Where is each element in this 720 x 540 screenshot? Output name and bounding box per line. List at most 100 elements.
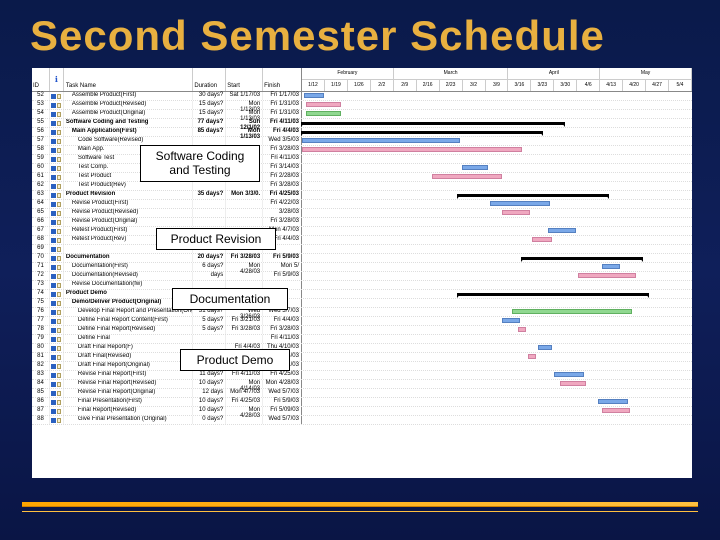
table-row: 71Documentation(First)6 days?Mon 4/28/03… <box>32 263 692 272</box>
cell-duration: 10 days? <box>193 380 226 388</box>
note-icon <box>57 175 61 180</box>
cell-id: 77 <box>32 317 50 325</box>
task-icon <box>51 346 56 351</box>
callout-label: Product Demo <box>180 349 290 371</box>
cell-bar-area <box>302 200 692 208</box>
cell-start: Sun 12/1/02 <box>226 119 263 127</box>
cell-task: Documentation <box>64 254 194 262</box>
footer-accent-bar <box>22 502 698 506</box>
cell-start: Sat 1/17/03 <box>226 92 263 100</box>
week-label: 3/30 <box>554 80 577 91</box>
task-icon <box>51 256 56 261</box>
cell-bar-area <box>302 380 692 388</box>
cell-finish: Fri 5/09/03 <box>263 407 301 415</box>
cell-task: Documentation(First) <box>64 263 194 271</box>
note-icon <box>57 184 61 189</box>
cell-id: 87 <box>32 407 50 415</box>
cell-bar-area <box>302 218 692 226</box>
gantt-bar <box>490 201 550 206</box>
cell-task: Revise Final Report(Original) <box>64 389 194 397</box>
week-label: 4/13 <box>600 80 623 91</box>
col-finish: Finish <box>263 68 301 91</box>
callout-label: Product Revision <box>156 228 276 250</box>
cell-start: Mon 1/13/03 <box>226 128 263 136</box>
cell-task: Revise Product(Revised) <box>64 209 194 217</box>
cell-info <box>50 182 64 190</box>
gantt-bar <box>538 345 552 350</box>
cell-id: 67 <box>32 227 50 235</box>
table-row: 53Assemble Product(Revised)15 days?Mon 1… <box>32 101 692 110</box>
task-icon <box>51 283 56 288</box>
table-row: 55Software Coding and Testing77 days?Sun… <box>32 119 692 128</box>
note-icon <box>57 193 61 198</box>
gantt-bar <box>302 122 564 125</box>
cell-duration: 15 days? <box>193 110 226 118</box>
note-icon <box>57 400 61 405</box>
cell-bar-area <box>302 317 692 325</box>
cell-id: 72 <box>32 272 50 280</box>
week-label: 2/16 <box>417 80 440 91</box>
note-icon <box>57 103 61 108</box>
cell-id: 61 <box>32 173 50 181</box>
month-label: February <box>302 68 394 79</box>
table-row: 57Code Software(Revised)Wed 3/5/03 <box>32 137 692 146</box>
note-icon <box>57 319 61 324</box>
cell-id: 58 <box>32 146 50 154</box>
col-start: Start <box>226 68 263 91</box>
gantt-bar <box>306 102 341 107</box>
cell-task: Define Final Report(Revised) <box>64 326 194 334</box>
cell-finish: Fri 1/31/03 <box>263 101 301 109</box>
cell-bar-area <box>302 263 692 271</box>
week-label: 2/23 <box>440 80 463 91</box>
note-icon <box>57 283 61 288</box>
cell-bar-area <box>302 137 692 145</box>
cell-info <box>50 299 64 307</box>
task-icon <box>51 301 56 306</box>
cell-task: Define Final Report Content(First) <box>64 317 194 325</box>
cell-id: 70 <box>32 254 50 262</box>
cell-info <box>50 137 64 145</box>
cell-bar-area <box>302 398 692 406</box>
week-label: 2/9 <box>394 80 417 91</box>
task-icon <box>51 238 56 243</box>
table-row: 88Give Final Presentation (Original)0 da… <box>32 416 692 425</box>
cell-finish: Wed 3/5/03 <box>263 137 301 145</box>
task-icon <box>51 184 56 189</box>
cell-bar-area <box>302 416 692 424</box>
note-icon <box>57 202 61 207</box>
table-row: 65Revise Product(Revised)3/28/03 <box>32 209 692 218</box>
cell-bar-area <box>302 119 692 127</box>
cell-duration: 0 days? <box>193 416 226 424</box>
cell-id: 68 <box>32 236 50 244</box>
task-icon <box>51 220 56 225</box>
cell-bar-area <box>302 110 692 118</box>
week-label: 5/4 <box>669 80 692 91</box>
cell-info <box>50 128 64 136</box>
gantt-header: ID ℹ Task Name Duration Start Finish Feb… <box>32 68 692 92</box>
note-icon <box>57 139 61 144</box>
cell-info <box>50 317 64 325</box>
note-icon <box>57 418 61 423</box>
table-row: 69 <box>32 245 692 254</box>
note-icon <box>57 364 61 369</box>
cell-info <box>50 245 64 253</box>
callout-label: Software Codingand Testing <box>140 145 260 182</box>
cell-duration: 30 days? <box>193 92 226 100</box>
cell-finish: Wed 5/7/03 <box>263 416 301 424</box>
week-label: 1/12 <box>302 80 325 91</box>
cell-info <box>50 416 64 424</box>
cell-info <box>50 209 64 217</box>
cell-task: Product Revision <box>64 191 194 199</box>
cell-id: 63 <box>32 191 50 199</box>
cell-task: Draft Final Report(Original) <box>64 362 194 370</box>
cell-info <box>50 272 64 280</box>
cell-duration <box>193 137 226 145</box>
cell-info <box>50 227 64 235</box>
gantt-bar <box>458 293 648 296</box>
cell-id: 52 <box>32 92 50 100</box>
note-icon <box>57 112 61 117</box>
note-icon <box>57 301 61 306</box>
cell-duration: 10 days? <box>193 407 226 415</box>
gantt-chart: ID ℹ Task Name Duration Start Finish Feb… <box>32 68 692 478</box>
gantt-bar <box>302 147 522 152</box>
